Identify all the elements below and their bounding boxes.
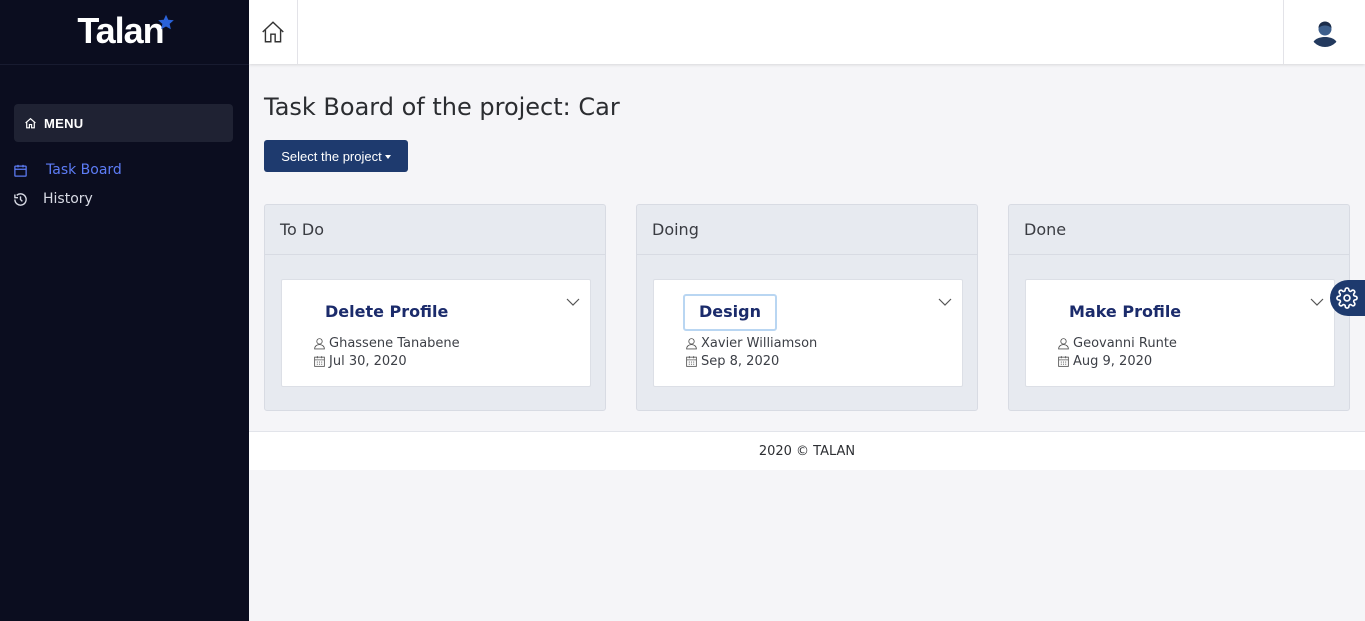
task-title[interactable]: Design [683,294,777,331]
home-button[interactable] [249,0,298,64]
sidebar-item-label: History [43,191,93,207]
task-title[interactable]: Delete Profile [325,302,448,321]
menu-label: MENU [44,115,84,131]
brand-name: Talan [77,10,164,51]
calendar-icon [686,356,697,367]
home-icon [25,117,36,128]
sidebar-item-label: Task Board [46,162,122,178]
task-assignee: Ghassene Tanabene [313,336,460,351]
calendar-icon [14,164,27,177]
due-date: Aug 9, 2020 [1073,354,1153,369]
sidebar-item-history[interactable]: History [13,191,93,207]
menu-header[interactable]: MENU [14,104,233,142]
home-icon [262,21,284,43]
task-assignee: Xavier Williamson [685,336,817,351]
page-title: Task Board of the project: Car [264,93,620,121]
footer: 2020 © TALAN [249,431,1365,470]
task-card[interactable]: Make Profile Geovanni Runte Aug 9, 2020 [1025,279,1335,387]
due-date: Sep 8, 2020 [701,354,780,369]
caret-down-icon [384,154,391,159]
column-title: Doing [637,205,977,255]
chevron-down-icon[interactable] [1310,297,1324,307]
chevron-down-icon[interactable] [566,297,580,307]
task-date: Aug 9, 2020 [1057,354,1152,369]
column-title: To Do [265,205,605,255]
calendar-icon [314,356,325,367]
brand-logo[interactable]: Talan [0,0,249,65]
board-column-done: Done Make Profile Geovanni Runte Aug 9, … [1008,204,1350,411]
task-assignee: Geovanni Runte [1057,336,1177,351]
due-date: Jul 30, 2020 [329,354,407,369]
gear-icon [1336,287,1358,309]
column-title: Done [1009,205,1349,255]
task-card[interactable]: Delete Profile Ghassene Tanabene Jul 30,… [281,279,591,387]
board-column-todo: To Do Delete Profile Ghassene Tanabene J… [264,204,606,411]
assignee-name: Ghassene Tanabene [329,336,460,351]
sidebar-item-task-board[interactable]: Task Board [13,162,122,178]
footer-copyright: 2020 © TALAN [758,443,856,459]
assignee-name: Xavier Williamson [701,336,818,351]
select-project-label: Select the project [281,148,382,164]
chevron-down-icon[interactable] [938,297,952,307]
task-date: Jul 30, 2020 [313,354,407,369]
sidebar: Talan MENU Task Board History [0,0,249,621]
board-column-doing: Doing Design Xavier Williamson Sep 8, 20… [636,204,978,411]
avatar [1309,17,1340,47]
user-icon [686,338,697,350]
top-bar [249,0,1365,64]
user-icon [314,338,325,350]
task-title[interactable]: Make Profile [1069,302,1181,321]
task-date: Sep 8, 2020 [685,354,779,369]
select-project-dropdown[interactable]: Select the project [264,140,408,172]
user-menu[interactable] [1283,0,1365,64]
settings-toggle[interactable] [1330,280,1365,316]
assignee-name: Geovanni Runte [1073,336,1177,351]
calendar-icon [1058,356,1069,367]
user-icon [1058,338,1069,350]
history-icon [14,192,27,206]
star-icon [158,14,174,30]
task-card[interactable]: Design Xavier Williamson Sep 8, 2020 [653,279,963,387]
